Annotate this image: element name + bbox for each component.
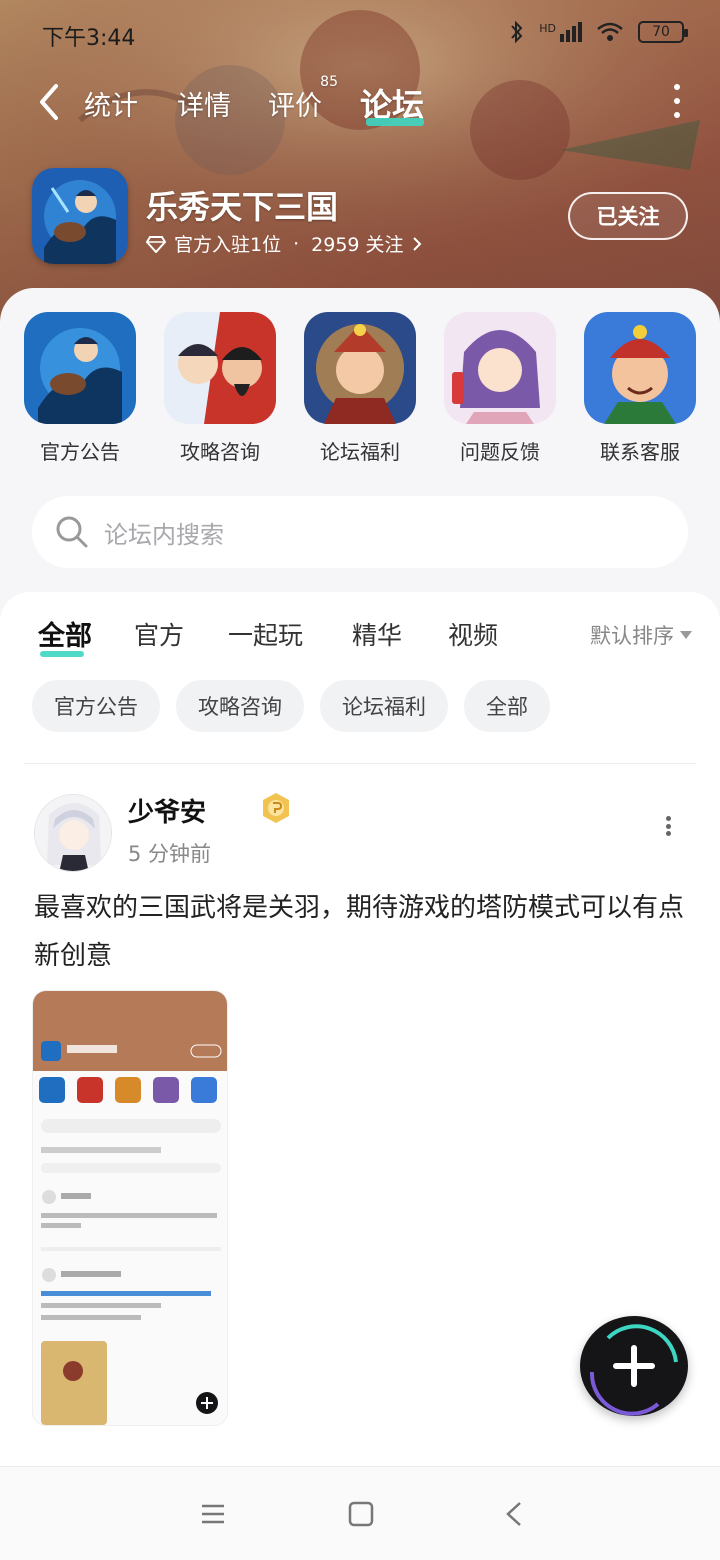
game-title: 乐秀天下三国 bbox=[146, 188, 339, 226]
feed-tab-featured[interactable]: 精华 bbox=[352, 616, 402, 652]
review-count-badge: 85 bbox=[320, 74, 338, 90]
follower-count: 2959 关注 bbox=[311, 234, 404, 256]
feed-tab-all[interactable]: 全部 bbox=[38, 614, 92, 657]
shortcut-official-notice[interactable]: 官方公告 bbox=[24, 312, 136, 465]
status-bar: 下午3:44 HD 70 bbox=[0, 0, 720, 68]
meta-separator: · bbox=[293, 232, 300, 255]
signal-icon bbox=[560, 22, 582, 42]
post-content[interactable]: 最喜欢的三国武将是关羽，期待游戏的塔防模式可以有点新创意 bbox=[34, 884, 694, 980]
medal-badge-icon bbox=[263, 793, 289, 823]
active-tab-indicator bbox=[366, 118, 424, 126]
chip-all[interactable]: 全部 bbox=[464, 680, 550, 732]
follow-button[interactable]: 已关注 bbox=[568, 192, 688, 240]
chip-benefits[interactable]: 论坛福利 bbox=[320, 680, 448, 732]
menu-icon[interactable] bbox=[198, 1499, 228, 1529]
tab-details[interactable]: 详情 bbox=[177, 84, 231, 123]
wifi-icon bbox=[597, 22, 623, 41]
strategy-image bbox=[164, 312, 276, 424]
shortcut-strategy[interactable]: 攻略咨询 bbox=[164, 312, 276, 465]
bluetooth-icon bbox=[511, 20, 523, 44]
sort-dropdown[interactable]: 默认排序 bbox=[590, 620, 692, 650]
diamond-icon bbox=[146, 235, 166, 253]
home-icon[interactable] bbox=[346, 1499, 376, 1529]
chevron-right-icon bbox=[412, 236, 421, 251]
feedback-image bbox=[444, 312, 556, 424]
status-time: 下午3:44 bbox=[42, 26, 136, 51]
tab-reviews[interactable]: 评价 85 bbox=[268, 74, 338, 123]
back-arrow-icon[interactable] bbox=[34, 82, 66, 122]
search-input[interactable]: 论坛内搜索 bbox=[104, 515, 224, 550]
support-image bbox=[584, 312, 696, 424]
post-timestamp: 5 分钟前 bbox=[128, 842, 212, 866]
chip-strategy[interactable]: 攻略咨询 bbox=[176, 680, 304, 732]
divider bbox=[24, 763, 696, 764]
feed-tab-video[interactable]: 视频 bbox=[448, 616, 498, 652]
forum-search-bar[interactable]: 论坛内搜索 bbox=[32, 496, 688, 568]
shortcut-label: 联系客服 bbox=[600, 440, 680, 464]
search-icon bbox=[56, 516, 88, 548]
shortcut-label: 问题反馈 bbox=[460, 440, 540, 464]
shortcut-label: 攻略咨询 bbox=[180, 440, 260, 464]
forum-benefits-image bbox=[304, 312, 416, 424]
dropdown-arrow-icon bbox=[680, 631, 692, 639]
feed-tab-official[interactable]: 官方 bbox=[134, 616, 184, 652]
post-image[interactable] bbox=[32, 990, 228, 1426]
battery-level: 70 bbox=[652, 24, 670, 40]
tab-reviews-label: 评价 bbox=[268, 91, 322, 122]
game-stats[interactable]: 官方入驻1位 · 2959 关注 bbox=[146, 230, 422, 257]
avatar[interactable] bbox=[34, 794, 112, 872]
network-type-label: HD bbox=[539, 22, 556, 35]
category-chips: 官方公告 攻略咨询 论坛福利 全部 bbox=[32, 680, 550, 732]
plus-icon bbox=[589, 1324, 678, 1416]
signal-strength: HD bbox=[539, 22, 582, 42]
shortcut-forum-benefits[interactable]: 论坛福利 bbox=[304, 312, 416, 465]
official-count: 官方入驻1位 bbox=[174, 234, 282, 256]
top-navigation: 统计 详情 评价 85 论坛 bbox=[0, 70, 720, 136]
shortcut-row: 官方公告 攻略咨询 论坛福利 问题反馈 联系客服 bbox=[24, 312, 714, 472]
feed-tab-play-together[interactable]: 一起玩 bbox=[228, 616, 303, 652]
game-info: 乐秀天下三国 官方入驻1位 · 2959 关注 已关注 bbox=[32, 168, 692, 268]
feed-tabs: 全部 官方 一起玩 精华 视频 默认排序 bbox=[0, 612, 720, 662]
forum-shortcuts-panel: 官方公告 攻略咨询 论坛福利 问题反馈 联系客服 论坛内搜索 bbox=[0, 288, 720, 608]
post-more-icon[interactable] bbox=[664, 816, 672, 836]
back-icon[interactable] bbox=[500, 1499, 530, 1529]
post-author[interactable]: 少爷安 bbox=[128, 792, 206, 829]
tab-stats[interactable]: 统计 bbox=[84, 84, 138, 123]
chip-official-notice[interactable]: 官方公告 bbox=[32, 680, 160, 732]
create-post-button[interactable] bbox=[580, 1316, 688, 1416]
more-options-icon[interactable] bbox=[672, 84, 682, 118]
shortcut-label: 官方公告 bbox=[40, 440, 120, 464]
official-notice-image bbox=[24, 312, 136, 424]
shortcut-feedback[interactable]: 问题反馈 bbox=[444, 312, 556, 465]
shortcut-label: 论坛福利 bbox=[320, 440, 400, 464]
battery-indicator: 70 bbox=[638, 21, 688, 43]
sort-label: 默认排序 bbox=[590, 624, 674, 648]
game-icon[interactable] bbox=[32, 168, 128, 264]
system-navigation-bar bbox=[0, 1466, 720, 1560]
shortcut-support[interactable]: 联系客服 bbox=[584, 312, 696, 465]
